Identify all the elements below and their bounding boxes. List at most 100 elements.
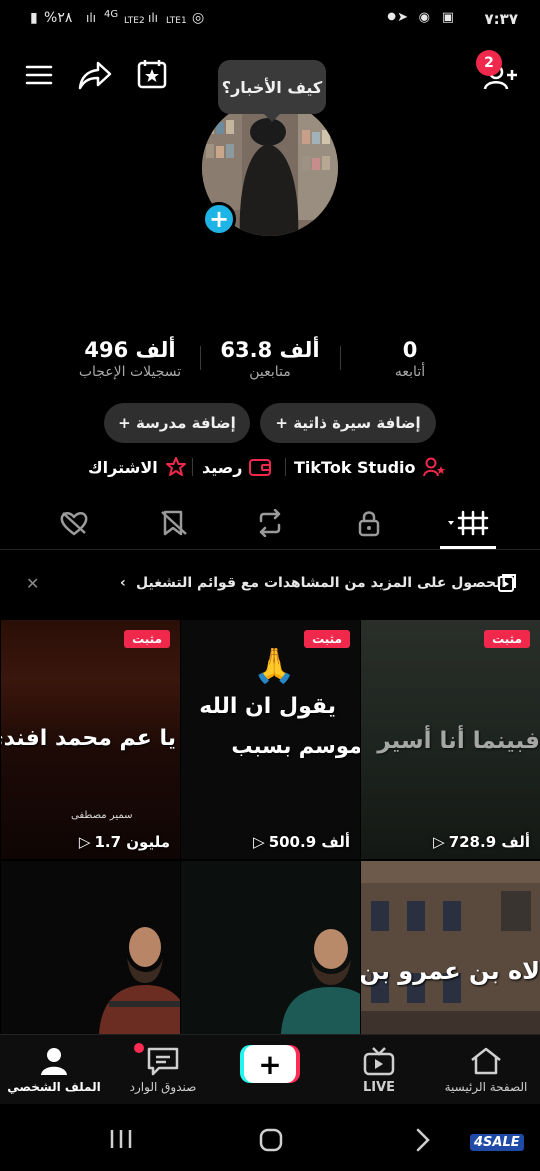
video-overlay-text: فبينما أنا أسير bbox=[377, 728, 540, 754]
home-button-icon[interactable] bbox=[259, 1128, 283, 1152]
watermark-logo: 4SALE bbox=[470, 1134, 524, 1151]
profile-tabs bbox=[0, 500, 540, 550]
nav-live-label: LIVE bbox=[362, 1079, 396, 1095]
subscription-label: الاشتراك bbox=[88, 457, 158, 477]
inbox-dot-badge bbox=[134, 1043, 144, 1053]
playlist-icon bbox=[497, 573, 517, 597]
battery-percent: %٢٨ bbox=[44, 10, 73, 26]
video-overlay-text: يقول ان الله bbox=[199, 694, 336, 719]
stat-divider bbox=[340, 346, 341, 370]
videos-grid-icon bbox=[448, 510, 489, 536]
add-bio-button[interactable]: + إضافة سيرة ذاتية bbox=[260, 403, 436, 443]
following-label: أتابعه bbox=[394, 364, 426, 380]
subscription-star-icon bbox=[165, 457, 186, 476]
clock: ٧:٣٧ bbox=[484, 10, 518, 28]
building-thumbnail bbox=[361, 861, 540, 1034]
pinned-badge: مثبت bbox=[484, 630, 530, 648]
video-tile[interactable] bbox=[181, 861, 360, 1034]
profile-icon bbox=[41, 1048, 67, 1075]
praying-hands-icon: 🙏 bbox=[253, 646, 296, 686]
create-plus-icon: + bbox=[244, 1045, 296, 1083]
video-tile[interactable]: مثبت فبينما أنا أسير ▷ 728.9 ألف bbox=[361, 620, 540, 859]
tiktok-studio-link[interactable]: TikTok Studio bbox=[294, 455, 446, 479]
signal-icon-2: ılı bbox=[148, 11, 159, 25]
video-tile[interactable]: مثبت يا عم محمد افندي سمير مصطفى ▷ 1.7 مل… bbox=[1, 620, 180, 859]
network-lte1: LTE1 bbox=[166, 16, 187, 26]
close-icon[interactable]: ✕ bbox=[26, 574, 39, 593]
view-count: ▷ 500.9 ألف bbox=[253, 833, 350, 851]
link-divider bbox=[192, 458, 193, 476]
inbox-message-icon bbox=[147, 1047, 179, 1076]
playlist-banner-text: الحصول على المزيد من المشاهدات مع قوائم … bbox=[136, 575, 507, 591]
dot-icon: ● bbox=[387, 11, 396, 22]
network-lte2: LTE2 bbox=[124, 16, 145, 26]
active-tab-indicator bbox=[440, 546, 496, 549]
create-button[interactable]: + bbox=[240, 1045, 300, 1083]
add-school-button[interactable]: + إضافة مدرسة bbox=[104, 403, 250, 443]
recent-apps-icon[interactable] bbox=[108, 1128, 134, 1150]
balance-link[interactable]: رصيد bbox=[202, 455, 272, 479]
back-icon[interactable] bbox=[414, 1128, 432, 1152]
pinned-badge: مثبت bbox=[304, 630, 350, 648]
live-tv-icon bbox=[363, 1046, 395, 1075]
network-type: 4G bbox=[104, 9, 119, 20]
wallet-icon bbox=[249, 459, 272, 476]
nav-inbox-label: صندوق الوارد bbox=[129, 1080, 197, 1094]
tab-favorites[interactable] bbox=[156, 506, 192, 540]
video-tile[interactable]: مثبت 🙏 يقول ان الله موسم بسبب ▷ 500.9 ألف bbox=[181, 620, 360, 859]
photo-notification-icon: ▣ bbox=[441, 10, 454, 25]
nav-home[interactable]: الصفحة الرئيسية bbox=[432, 1035, 540, 1105]
tab-private[interactable] bbox=[352, 506, 386, 540]
link-divider bbox=[285, 458, 286, 476]
bookmark-hidden-icon bbox=[161, 510, 187, 536]
video-tile[interactable] bbox=[1, 861, 180, 1034]
video-overlay-text: موسم بسبب bbox=[231, 734, 360, 758]
tab-videos[interactable] bbox=[440, 506, 496, 540]
home-icon bbox=[471, 1047, 501, 1075]
signal-icon: ılı bbox=[86, 11, 97, 25]
nav-live[interactable]: LIVE bbox=[336, 1035, 422, 1105]
view-count-text: 500.9 ألف bbox=[268, 833, 350, 851]
pinned-badge: مثبت bbox=[124, 630, 170, 648]
likes-label: تسجيلات الإعجاب bbox=[78, 364, 182, 380]
telegram-icon: ➤ bbox=[397, 10, 408, 25]
status-bubble[interactable]: كيف الأخبار؟ bbox=[218, 60, 326, 122]
nav-profile[interactable]: الملف الشخصي bbox=[6, 1035, 102, 1105]
lock-icon bbox=[358, 511, 380, 537]
creator-star-icon bbox=[422, 457, 445, 477]
calendar-star-icon[interactable] bbox=[134, 56, 170, 92]
status-bar: ٧:٣٧ ▣ ◉ ➤ ● ▮ %٢٨ ılı 4G LTE2 ılı LTE1 … bbox=[0, 0, 540, 40]
followers-stat[interactable]: 63.8 ألف متابعين bbox=[215, 338, 325, 380]
add-avatar-button[interactable]: + bbox=[202, 202, 236, 236]
following-count: 0 bbox=[402, 338, 418, 362]
play-icon: ▷ bbox=[433, 833, 445, 851]
video-tile[interactable]: لاه بن عمرو بن ال bbox=[361, 861, 540, 1034]
view-count: ▷ 1.7 مليون bbox=[79, 833, 170, 851]
video-overlay-text: يا عم محمد افندي bbox=[1, 726, 176, 751]
subscription-link[interactable]: الاشتراك bbox=[88, 455, 188, 479]
menu-icon[interactable] bbox=[22, 58, 56, 92]
tiktok-studio-label: TikTok Studio bbox=[294, 457, 416, 477]
tab-reposts[interactable] bbox=[252, 506, 288, 540]
messenger-icon: ◉ bbox=[418, 10, 430, 25]
nav-inbox[interactable]: صندوق الوارد bbox=[118, 1035, 208, 1105]
play-icon: ▷ bbox=[253, 833, 265, 851]
likes-count: 496 ألف bbox=[84, 338, 176, 362]
hotspot-icon: ◎ bbox=[192, 10, 205, 26]
repost-icon bbox=[259, 509, 281, 537]
playlist-banner[interactable]: ✕ ‹ الحصول على المزيد من المشاهدات مع قو… bbox=[0, 562, 540, 606]
likes-stat[interactable]: 496 ألف تسجيلات الإعجاب bbox=[55, 338, 205, 380]
nav-profile-label: الملف الشخصي bbox=[7, 1080, 101, 1094]
share-icon[interactable] bbox=[76, 56, 114, 94]
followers-label: متابعين bbox=[249, 364, 291, 380]
notification-badge: 2 bbox=[476, 50, 502, 76]
followers-count: 63.8 ألف bbox=[220, 338, 320, 362]
chevron-left-icon: ‹ bbox=[120, 575, 126, 591]
balance-label: رصيد bbox=[202, 457, 243, 477]
following-stat[interactable]: 0 أتابعه bbox=[355, 338, 465, 380]
bottom-nav: الصفحة الرئيسية LIVE + صندوق الوارد المل… bbox=[0, 1034, 540, 1104]
tab-liked[interactable] bbox=[56, 506, 92, 540]
video-overlay-text: لاه بن عمرو بن ال bbox=[361, 957, 540, 985]
heart-hidden-icon bbox=[60, 512, 88, 536]
system-nav-bar: 4SALE bbox=[0, 1104, 540, 1171]
